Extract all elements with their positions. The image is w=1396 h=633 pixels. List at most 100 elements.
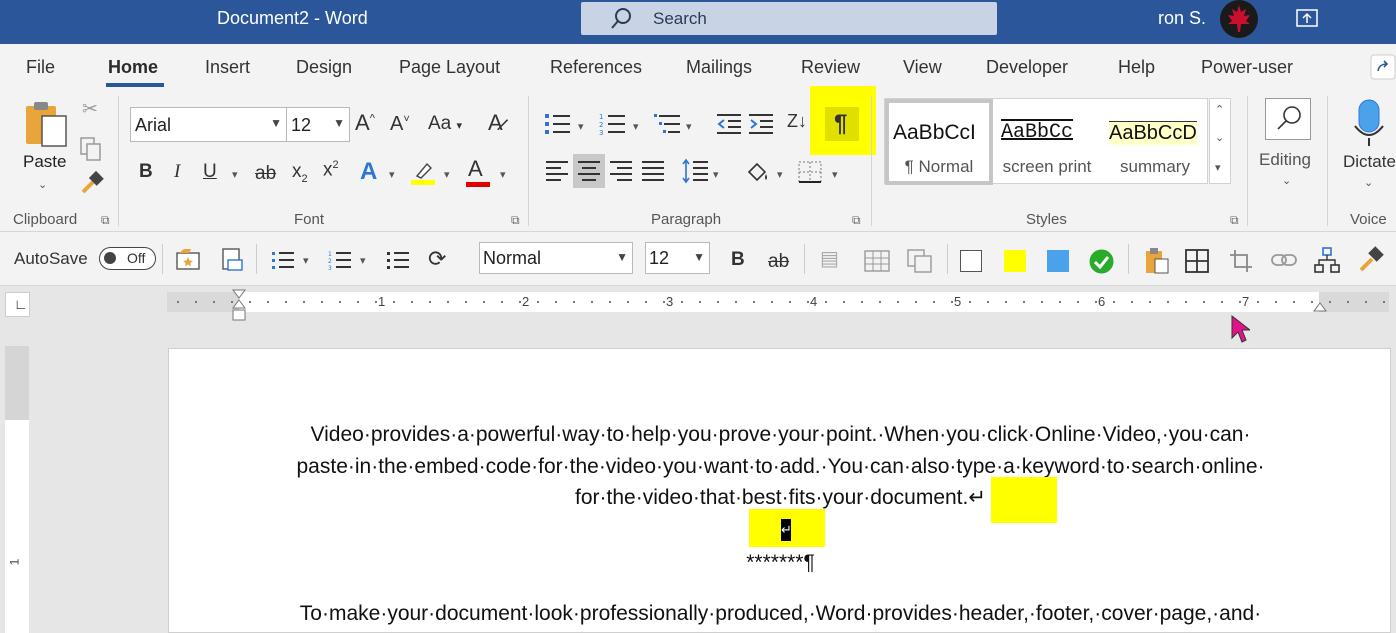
more-styles-icon[interactable]: ▾ (1215, 161, 1221, 174)
chevron-down-icon[interactable]: ▾ (232, 168, 238, 181)
increase-indent-icon[interactable] (748, 112, 774, 136)
style-screen-print[interactable]: AaBbCc screen print (993, 99, 1101, 185)
text-effects-icon[interactable]: A (360, 160, 377, 184)
style-summary[interactable]: AaBbCcD summary (1101, 99, 1209, 185)
clipboard-paste-icon[interactable] (1144, 247, 1170, 275)
shrink-font-icon[interactable]: A˅ (390, 114, 410, 134)
tab-review[interactable]: Review (801, 57, 860, 78)
microphone-icon[interactable] (1353, 98, 1385, 148)
size-combo[interactable]: 12 ▼ (645, 242, 710, 274)
copy-icon[interactable] (79, 136, 103, 162)
tab-help[interactable]: Help (1118, 57, 1155, 78)
italic-icon[interactable]: I (174, 162, 180, 181)
style-normal[interactable]: AaBbCcI ¶ Normal (885, 99, 993, 185)
font-color-icon[interactable]: A (468, 158, 483, 180)
numbering-icon[interactable]: 123 (599, 112, 627, 136)
cut-icon[interactable]: ✂ (82, 100, 98, 119)
chevron-down-icon[interactable]: ▾ (360, 254, 366, 267)
chevron-down-icon[interactable]: ▾ (303, 254, 309, 267)
chevron-down-icon[interactable]: ▾ (633, 120, 639, 133)
merge-table-icon[interactable] (907, 249, 933, 273)
tab-view[interactable]: View (903, 57, 942, 78)
chevron-down-icon[interactable]: ▾ (444, 168, 450, 181)
format-painter-icon[interactable] (79, 170, 105, 196)
chevron-down-icon[interactable]: ▾ (686, 120, 692, 133)
bullets-icon[interactable] (271, 250, 295, 272)
editing-button[interactable] (1265, 98, 1311, 140)
swatch-yellow[interactable] (1004, 250, 1026, 272)
font-launcher-icon[interactable]: ⧉ (511, 214, 520, 226)
swatch-blue[interactable] (1047, 250, 1069, 272)
strikethrough-icon[interactable]: ab (255, 164, 276, 183)
chevron-down-icon[interactable]: ⌄ (38, 178, 47, 191)
share-icon[interactable] (1370, 54, 1396, 80)
bold-icon[interactable]: B (139, 162, 153, 181)
underline-icon[interactable]: U (203, 162, 217, 181)
clipboard-launcher-icon[interactable]: ⧉ (101, 214, 110, 226)
align-left-icon[interactable] (545, 160, 569, 182)
align-right-icon[interactable] (609, 160, 633, 182)
decrease-indent-icon[interactable] (716, 112, 742, 136)
list-icon[interactable] (386, 250, 410, 272)
ribbon-display-icon[interactable] (1296, 8, 1318, 28)
tab-home[interactable]: Home (108, 57, 158, 78)
check-circle-icon[interactable] (1088, 248, 1115, 275)
grow-font-icon[interactable]: A^ (355, 112, 375, 134)
tab-references[interactable]: References (550, 57, 642, 78)
borders-icon[interactable] (797, 160, 823, 184)
font-name-combo[interactable]: Arial ▼ (130, 107, 287, 142)
chevron-down-icon[interactable]: ▾ (777, 168, 783, 181)
chevron-down-icon[interactable]: ▾ (500, 168, 506, 181)
line-spacing-icon[interactable] (681, 158, 709, 184)
unlink-icon[interactable] (1271, 250, 1299, 272)
align-center-icon[interactable] (577, 160, 601, 182)
bold-button[interactable]: B (731, 250, 745, 269)
chevron-down-icon[interactable]: ▾ (713, 168, 719, 181)
change-case-icon[interactable]: Aa ▾ (428, 114, 462, 133)
multilevel-list-icon[interactable] (654, 112, 682, 136)
table-icon[interactable] (864, 250, 890, 272)
clear-formatting-icon[interactable]: A̷ (488, 112, 503, 134)
chevron-down-icon[interactable]: ⌄ (1282, 174, 1291, 187)
chevron-down-icon[interactable]: ⌄ (1215, 131, 1224, 144)
sort-icon[interactable]: Z↓ (787, 112, 807, 130)
right-indent-icon[interactable] (1312, 302, 1328, 316)
tab-selector[interactable]: ∟ (5, 292, 30, 317)
tab-mailings[interactable]: Mailings (686, 57, 752, 78)
strikethrough-button[interactable]: ab (768, 252, 789, 271)
chevron-down-icon[interactable]: ⌄ (1364, 176, 1373, 189)
refresh-icon[interactable]: ⟳ (428, 248, 446, 270)
editing-label[interactable]: Editing (1259, 150, 1311, 170)
autosave-toggle[interactable]: Off (99, 247, 156, 270)
tab-power-user[interactable]: Power-user (1201, 57, 1293, 78)
superscript-icon[interactable]: x2 (323, 160, 339, 180)
print-preview-icon[interactable] (220, 248, 244, 274)
swatch-white[interactable] (960, 250, 982, 272)
bullets-icon[interactable] (544, 112, 572, 136)
paste-icon[interactable] (24, 100, 70, 148)
subscript-icon[interactable]: x2 (292, 162, 308, 185)
tab-developer[interactable]: Developer (986, 57, 1068, 78)
shading-icon[interactable] (743, 158, 771, 186)
paragraph-launcher-icon[interactable]: ⧉ (852, 214, 861, 226)
dictate-button[interactable]: Dictate (1343, 152, 1396, 172)
format-painter-icon[interactable] (1357, 246, 1385, 274)
tab-file[interactable]: File (26, 57, 55, 78)
font-size-combo[interactable]: 12 ▼ (286, 107, 350, 142)
chevron-down-icon[interactable]: ▾ (389, 168, 395, 181)
chevron-down-icon[interactable]: ▾ (832, 168, 838, 181)
insert-picture-icon[interactable] (175, 248, 201, 272)
avatar[interactable] (1220, 0, 1258, 38)
numbering-icon[interactable]: 123 (328, 250, 352, 272)
paste-button[interactable]: Paste (23, 152, 66, 172)
grid-icon[interactable] (1185, 249, 1209, 273)
highlight-icon[interactable] (409, 158, 437, 186)
indent-marker-icon[interactable] (231, 288, 247, 322)
tab-insert[interactable]: Insert (205, 57, 250, 78)
org-chart-icon[interactable] (1314, 247, 1340, 274)
styles-launcher-icon[interactable]: ⧉ (1230, 214, 1239, 226)
tab-design[interactable]: Design (296, 57, 352, 78)
document-page[interactable]: Video·provides·a·powerful·way·to·help·yo… (168, 348, 1391, 633)
search-box[interactable]: Search (581, 2, 997, 35)
show-hide-marks-button[interactable]: ¶ (834, 112, 847, 136)
